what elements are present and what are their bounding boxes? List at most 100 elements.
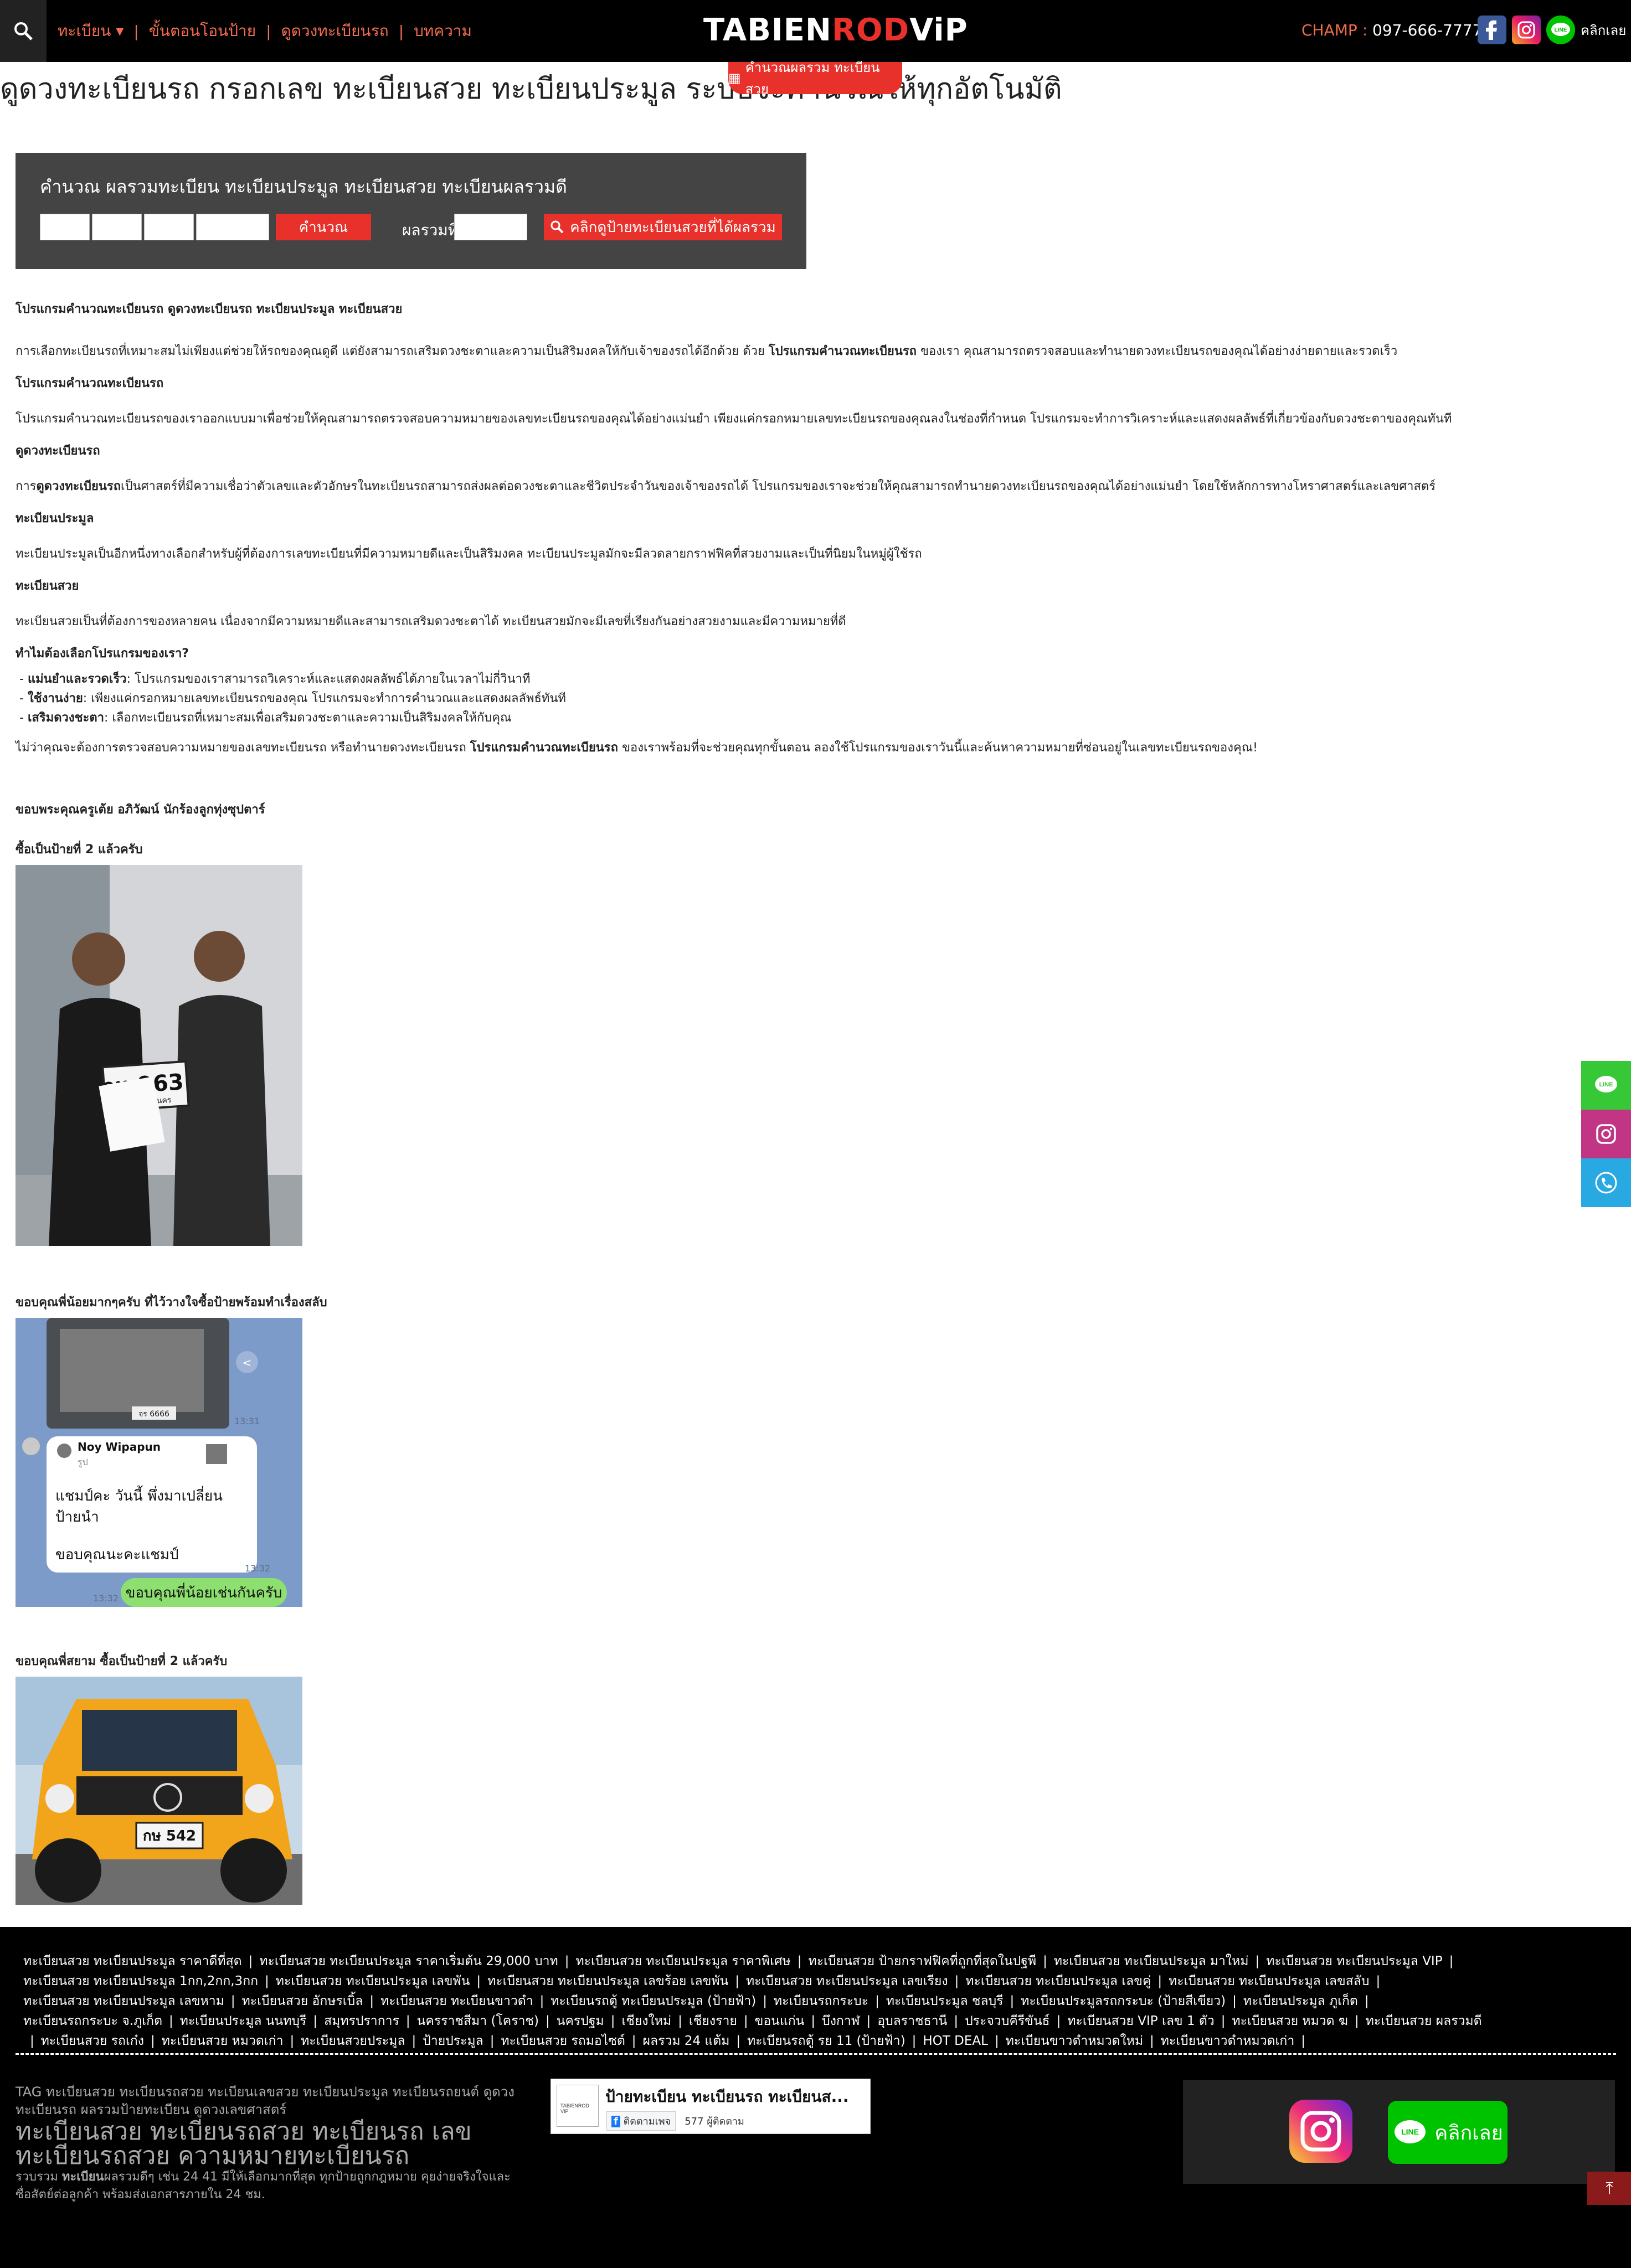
footer-tag-link[interactable]: ทะเบียนสวย ทะเบียนประมูล เลขสลับ [1169, 1971, 1369, 1991]
tag-separator: | [476, 1974, 481, 1988]
footer-tag-link[interactable]: ทะเบียนสวย ทะเบียนประมูล VIP [1266, 1951, 1442, 1971]
nav-horoscope[interactable]: ดูดวงทะเบียนรถ [281, 19, 389, 43]
footer-tag-link[interactable]: ทะเบียนสวยประมูล [301, 2031, 405, 2051]
tag-separator: | [954, 2014, 959, 2028]
side-line-button[interactable]: LINE [1581, 1061, 1631, 1110]
footer-tag-link[interactable]: ทะเบียนสวย ทะเบียนประมูล เลขร้อย เลขพัน [487, 1971, 728, 1991]
footer-tag-link[interactable]: ทะเบียนสวย ทะเบียนประมูล เลขคู่ [965, 1971, 1151, 1991]
back-to-top-button[interactable]: ⤒ [1587, 2172, 1631, 2205]
contact-number[interactable]: 097-666-7777 [1372, 21, 1482, 39]
tag-separator: | [265, 1974, 269, 1988]
top-navbar: ทะเบียน ▾ | ขั้นตอนโอนป้าย | ดูดวงทะเบีย… [0, 0, 1631, 62]
footer-tag-link[interactable]: เชียงราย [689, 2011, 737, 2031]
main-nav: ทะเบียน ▾ | ขั้นตอนโอนป้าย | ดูดวงทะเบีย… [58, 0, 472, 62]
plate-input-3[interactable] [144, 214, 194, 240]
article-paragraph: การดูดวงทะเบียนรถเป็นศาสตร์ที่มีความเชื่… [16, 480, 1436, 493]
facebook-icon[interactable] [1478, 16, 1506, 44]
svg-text:จร 6666: จร 6666 [138, 1410, 169, 1419]
tag-separator: | [866, 2014, 871, 2028]
tag-separator: | [1043, 1954, 1047, 1968]
line-icon[interactable]: LINE [1546, 16, 1575, 44]
fb-follow-button[interactable]: f ติดตามเพจ [606, 2111, 676, 2131]
plate-input-4[interactable] [196, 214, 269, 240]
footer-tag-link[interactable]: นครปฐม [557, 2011, 604, 2031]
calculate-button[interactable]: คำนวณ [276, 214, 371, 240]
calc-sum-tab[interactable]: ▦ คำนวณผลรวม ทะเบียนสวย [728, 60, 902, 97]
footer-tag-link[interactable]: HOT DEAL [923, 2031, 988, 2051]
footer-tag-link[interactable]: ทะเบียนสวย ทะเบียนประมูล ราคาดีที่สุด [23, 1951, 242, 1971]
customer-chat-screenshot: จร 6666 < 13:31 Noy Wipapun รูป แชมป์คะ … [16, 1318, 302, 1607]
footer-tag-link[interactable]: ประจวบคีรีขันธ์ [965, 2011, 1050, 2031]
footer-tag-link[interactable]: ทะเบียนสวย ป้ายกราฟฟิคที่ถูกที่สุดในปฐพี [809, 1951, 1037, 1971]
footer-tag-link[interactable]: ทะเบียนสวย ทะเบียนประมูล เลขเรียง [746, 1971, 948, 1991]
svg-text:Noy Wipapun: Noy Wipapun [78, 1440, 161, 1453]
footer-tag-link[interactable]: ทะเบียนขาวดำหมวดเก่า [1161, 2031, 1294, 2051]
contact-phone[interactable]: CHAMP : 097-666-7777 [1301, 21, 1482, 39]
tag-separator: | [1221, 2014, 1226, 2028]
instagram-icon[interactable] [1512, 16, 1541, 44]
footer-tag-link[interactable]: ทะเบียนสวย ผลรวมดี [1366, 2011, 1482, 2031]
footer-tag-link[interactable]: บึงกาฬ [822, 2011, 860, 2031]
line-icon: LINE [1595, 1076, 1617, 1092]
nav-registration[interactable]: ทะเบียน ▾ [58, 19, 124, 43]
plate-input-1[interactable] [40, 214, 90, 240]
fb-follower-count: 577 ผู้ติดตาม [685, 2116, 744, 2127]
footer-tag-link[interactable]: ทะเบียนสวย ทะเบียนประมูล 1กก,2กก,3กก [23, 1971, 258, 1991]
footer-tag-link[interactable]: ทะเบียนสวย ทะเบียนประมูล ราคาเริ่มต้น 29… [259, 1951, 558, 1971]
tag-separator: | [248, 1954, 253, 1968]
footer-tag-link[interactable]: ทะเบียนสวย หมวดเก่า [162, 2031, 284, 2051]
footer-tag-link[interactable]: ทะเบียนรถกระบะ จ.ภูเก็ต [23, 2011, 162, 2031]
side-phone-button[interactable] [1581, 1158, 1631, 1207]
sum-result-field[interactable] [454, 214, 527, 240]
footer-tag-link[interactable]: ทะเบียนสวย อักษรเบิ้ล [242, 1991, 363, 2011]
footer-tag-link[interactable]: ทะเบียนประมูล ชลบุรี [886, 1991, 1004, 2011]
footer-tag-link[interactable]: ทะเบียนสวย ทะเบียนประมูล มาใหม่ [1054, 1951, 1249, 1971]
find-plates-button[interactable]: คลิกดูป้ายทะเบียนสวยที่ได้ผลรวม [544, 214, 782, 240]
footer-tag-link[interactable]: อุบลราชธานี [877, 2011, 947, 2031]
footer-tag-link[interactable]: ทะเบียนสวย ทะเบียนประมูล เลขพัน [276, 1971, 470, 1991]
footer-tag-link[interactable]: ขอนแก่น [755, 2011, 805, 2031]
tag-separator: | [30, 2034, 34, 2048]
customer-car-photo: กษ 542 [16, 1677, 302, 1905]
tag-separator: | [1150, 2034, 1154, 2048]
footer-tag-link[interactable]: ทะเบียนสวย รถมอไซต์ [501, 2031, 625, 2051]
footer-tag-link[interactable]: ทะเบียนสวย ทะเบียนประมูล ราคาพิเศษ [575, 1951, 790, 1971]
footer-tag-link[interactable]: ทะเบียนขาวดำหมวดใหม่ [1006, 2031, 1143, 2051]
footer-tag-link[interactable]: ทะเบียนสวย VIP เลข 1 ตัว [1067, 2011, 1214, 2031]
footer-tag-link[interactable]: ทะเบียนรถตู้ รย 11 (ป้ายฟ้า) [747, 2031, 905, 2051]
side-instagram-button[interactable] [1581, 1110, 1631, 1158]
testimonial-caption: ขอบพระคุณครูเต้ย อภิวัฒน์ นักร้องลูกทุ่ง… [16, 803, 265, 817]
svg-text:รูป: รูป [78, 1457, 88, 1468]
social-click-label[interactable]: คลิกเลย [1581, 19, 1626, 41]
footer-line-button[interactable]: LINE คลิกเลย [1388, 2101, 1507, 2164]
tag-separator: | [1157, 1974, 1162, 1988]
footer-tag-link[interactable]: ทะเบียนประมูล ภูเก็ต [1243, 1991, 1358, 2011]
svg-text:ขอบคุณนะคะแชมป์: ขอบคุณนะคะแชมป์ [55, 1547, 179, 1563]
footer-tag-link[interactable]: นครราชสีมา (โคราช) [417, 2011, 539, 2031]
footer-tag-link[interactable]: ทะเบียนรถกระบะ [774, 1991, 868, 2011]
plate-input-2[interactable] [92, 214, 142, 240]
instagram-icon [1596, 1124, 1616, 1144]
footer-tag-link[interactable]: สมุทรปราการ [324, 2011, 399, 2031]
footer-tag-link[interactable]: ป้ายประมูล [423, 2031, 483, 2051]
tag-separator: | [1354, 2014, 1359, 2028]
footer-tag-link[interactable]: ทะเบียนรถตู้ ทะเบียนประมูล (ป้ายฟ้า) [550, 1991, 756, 2011]
fb-page-name[interactable]: ป้ายทะเบียน ทะเบียนรถ ทะเบียนส... [605, 2085, 849, 2109]
footer-tag-link[interactable]: ผลรวม 24 แต้ม [643, 2031, 730, 2051]
svg-text:กษ 542: กษ 542 [143, 1828, 196, 1844]
footer-tag-link[interactable]: ทะเบียนประมูลรถกระบะ (ป้ายสีเขียว) [1021, 1991, 1226, 2011]
footer-tag-link[interactable]: ทะเบียนประมูล นนทบุรี [180, 2011, 307, 2031]
footer-tag-link[interactable]: ทะเบียนสวย ทะเบียนประมูล เลขหาม [23, 1991, 224, 2011]
site-logo[interactable]: TABIENRODViP [703, 12, 968, 48]
tag-separator: | [150, 2034, 155, 2048]
search-button[interactable] [0, 0, 47, 62]
nav-transfer-steps[interactable]: ขั้นตอนโอนป้าย [149, 19, 256, 43]
facebook-page-widget[interactable]: TABIENROD VIP ป้ายทะเบียน ทะเบียนรถ ทะเบ… [550, 2079, 871, 2134]
instagram-icon[interactable] [1289, 2100, 1352, 2163]
svg-text:13:32: 13:32 [93, 1593, 119, 1604]
footer-tag-link[interactable]: ทะเบียนสวย ทะเบียนขาวดำ [380, 1991, 533, 2011]
footer-tag-link[interactable]: ทะเบียนสวย รถเก๋ง [41, 2031, 144, 2051]
nav-articles[interactable]: บทความ [414, 19, 472, 43]
footer-tag-link[interactable]: เชียงใหม่ [621, 2011, 671, 2031]
footer-tag-link[interactable]: ทะเบียนสวย หมวด ฆ [1232, 2011, 1348, 2031]
